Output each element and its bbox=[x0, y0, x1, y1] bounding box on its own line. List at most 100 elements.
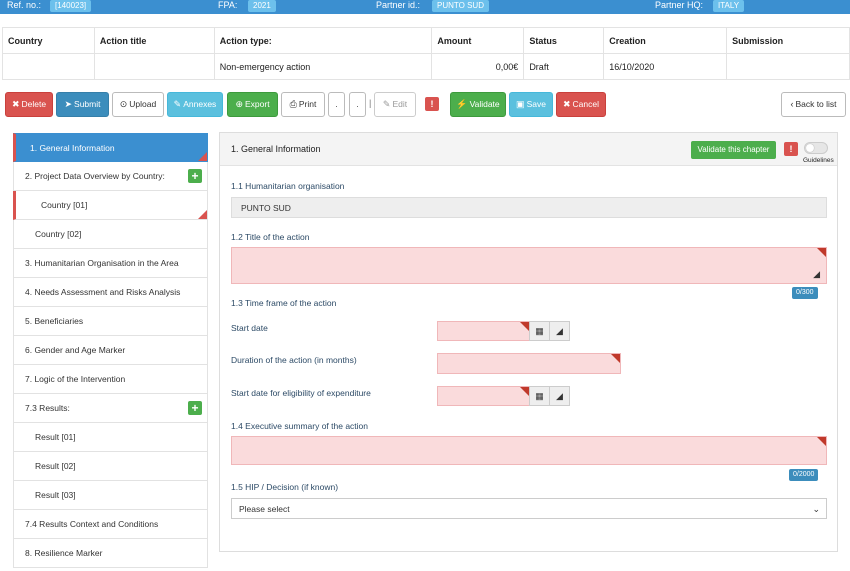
close-icon: ✖ bbox=[11, 99, 20, 109]
print-button[interactable]: ⎙ Print bbox=[281, 92, 325, 117]
save-icon: ▣ bbox=[516, 99, 525, 109]
annexes-button[interactable]: ✎ Annexes bbox=[167, 92, 223, 117]
country-cell bbox=[2, 53, 95, 80]
eraser-icon[interactable]: ◢ bbox=[549, 321, 570, 341]
organisation-field: PUNTO SUD bbox=[231, 197, 827, 218]
action-title-textarea[interactable]: ◢ bbox=[231, 247, 827, 284]
fpa-label: FPA: bbox=[218, 0, 238, 10]
chapter-sidebar: 1. General Information 2. Project Data O… bbox=[13, 133, 208, 568]
status-cell: Draft bbox=[523, 53, 605, 80]
eraser-icon[interactable]: ◢ bbox=[549, 386, 570, 406]
eligibility-date-input[interactable] bbox=[437, 386, 530, 406]
required-corner-marker bbox=[520, 322, 529, 331]
paperclip-icon: ✎ bbox=[173, 99, 182, 109]
table-header-row: Country Action title Action type: Amount… bbox=[2, 27, 850, 54]
dot-button-2[interactable]: . bbox=[349, 92, 366, 117]
warning-icon: ! bbox=[784, 142, 798, 156]
upload-button[interactable]: ⊙ Upload bbox=[112, 92, 164, 117]
column-header: Country bbox=[2, 27, 95, 54]
sidebar-item-result-01[interactable]: Result [01] bbox=[13, 423, 208, 452]
eraser-icon[interactable]: ◢ bbox=[813, 269, 820, 280]
table-row: Non-emergency action 0,00€ Draft 16/10/2… bbox=[2, 53, 850, 80]
sidebar-item-results-context[interactable]: 7.4 Results Context and Conditions bbox=[13, 510, 208, 539]
close-icon: ✖ bbox=[562, 99, 571, 109]
section-time-frame: 1.3 Time frame of the action bbox=[231, 298, 337, 308]
back-to-list-button[interactable]: ‹ Back to list bbox=[781, 92, 846, 117]
guidelines-label: Guidelines bbox=[803, 157, 834, 164]
panel-header: 1. General Information Validate this cha… bbox=[220, 133, 837, 166]
start-date-input[interactable] bbox=[437, 321, 530, 341]
partner-hq-badge: ITALY bbox=[713, 0, 745, 12]
sidebar-item-result-03[interactable]: Result [03] bbox=[13, 481, 208, 510]
dot-button-1[interactable]: . bbox=[328, 92, 345, 117]
add-result-button[interactable]: + bbox=[188, 401, 202, 415]
sidebar-item-result-02[interactable]: Result [02] bbox=[13, 452, 208, 481]
toolbar-separator: | bbox=[369, 98, 372, 108]
add-country-button[interactable]: + bbox=[188, 169, 202, 183]
sidebar-item-resilience-marker[interactable]: 8. Resilience Marker bbox=[13, 539, 208, 568]
calendar-icon[interactable]: ▦ bbox=[529, 321, 550, 341]
hip-decision-select[interactable]: Please select ⌄ bbox=[231, 498, 827, 519]
edit-button[interactable]: ✎ Edit bbox=[374, 92, 416, 117]
creation-cell: 16/10/2020 bbox=[603, 53, 728, 80]
section-humanitarian-organisation: 1.1 Humanitarian organisation bbox=[231, 181, 345, 191]
ref-label: Ref. no.: bbox=[7, 0, 42, 10]
delete-button[interactable]: ✖ Delete bbox=[5, 92, 53, 117]
action-type-cell: Non-emergency action bbox=[213, 53, 433, 80]
section-executive-summary: 1.4 Executive summary of the action bbox=[231, 421, 369, 431]
chevron-left-icon: ‹ bbox=[790, 99, 794, 109]
send-icon: ➤ bbox=[64, 99, 73, 109]
guidelines-toggle[interactable] bbox=[804, 142, 828, 154]
eligibility-date-label: Start date for eligibility of expenditur… bbox=[231, 388, 371, 398]
sidebar-item-project-data-overview[interactable]: 2. Project Data Overview by Country: + bbox=[13, 162, 208, 191]
sidebar-item-results[interactable]: 7.3 Results: + bbox=[13, 394, 208, 423]
duration-label: Duration of the action (in months) bbox=[231, 355, 357, 365]
general-information-panel: 1. General Information Validate this cha… bbox=[219, 132, 838, 552]
sidebar-item-country-01[interactable]: Country [01] bbox=[13, 191, 208, 220]
required-corner-marker bbox=[817, 248, 826, 257]
required-corner-marker bbox=[520, 387, 529, 396]
sidebar-item-gender-age-marker[interactable]: 6. Gender and Age Marker bbox=[13, 336, 208, 365]
export-button[interactable]: ⊕ Export bbox=[227, 92, 278, 117]
section-hip-decision: 1.5 HIP / Decision (if known) bbox=[231, 482, 339, 492]
record-header-bar: Ref. no.: [140023] FPA: 2021 Partner id.… bbox=[0, 0, 850, 14]
executive-summary-textarea[interactable] bbox=[231, 436, 827, 465]
title-char-counter: 0/300 bbox=[792, 287, 818, 299]
sidebar-item-humanitarian-organisation[interactable]: 3. Humanitarian Organisation in the Area bbox=[13, 249, 208, 278]
sidebar-item-country-02[interactable]: Country [02] bbox=[13, 220, 208, 249]
required-corner-marker bbox=[198, 210, 207, 219]
calendar-icon[interactable]: ▦ bbox=[529, 386, 550, 406]
column-header: Creation bbox=[603, 27, 728, 54]
sidebar-item-general-information[interactable]: 1. General Information bbox=[13, 133, 208, 162]
sidebar-item-logic-of-intervention[interactable]: 7. Logic of the Intervention bbox=[13, 365, 208, 394]
duration-input[interactable] bbox=[437, 353, 621, 374]
cancel-button[interactable]: ✖ Cancel bbox=[556, 92, 606, 117]
column-header: Submission bbox=[726, 27, 850, 54]
partner-id-badge: PUNTO SUD bbox=[432, 0, 489, 12]
column-header: Amount bbox=[431, 27, 525, 54]
print-icon: ⎙ bbox=[289, 99, 297, 109]
column-header: Action type: bbox=[213, 27, 433, 54]
required-corner-marker bbox=[817, 437, 826, 446]
start-date-label: Start date bbox=[231, 323, 268, 333]
section-title-of-action: 1.2 Title of the action bbox=[231, 232, 310, 242]
panel-title: 1. General Information bbox=[231, 144, 321, 154]
column-header: Status bbox=[523, 27, 605, 54]
sidebar-item-needs-assessment[interactable]: 4. Needs Assessment and Risks Analysis bbox=[13, 278, 208, 307]
column-header: Action title bbox=[93, 27, 215, 54]
fpa-value-badge: 2021 bbox=[248, 0, 276, 12]
summary-char-counter: 0/2000 bbox=[789, 469, 819, 481]
sidebar-item-beneficiaries[interactable]: 5. Beneficiaries bbox=[13, 307, 208, 336]
export-icon: ⊕ bbox=[235, 99, 243, 109]
submission-cell bbox=[726, 53, 850, 80]
upload-icon: ⊙ bbox=[119, 99, 128, 109]
required-corner-marker bbox=[611, 354, 620, 363]
chevron-down-icon: ⌄ bbox=[812, 504, 820, 514]
validate-chapter-button[interactable]: Validate this chapter bbox=[691, 141, 776, 159]
submit-button[interactable]: ➤ Submit bbox=[56, 92, 109, 117]
bolt-icon: ⚡ bbox=[456, 99, 468, 109]
save-button[interactable]: ▣ Save bbox=[509, 92, 553, 117]
partner-id-label: Partner id.: bbox=[376, 0, 421, 10]
partner-hq-label: Partner HQ: bbox=[655, 0, 704, 10]
validate-button[interactable]: ⚡ Validate bbox=[450, 92, 506, 117]
